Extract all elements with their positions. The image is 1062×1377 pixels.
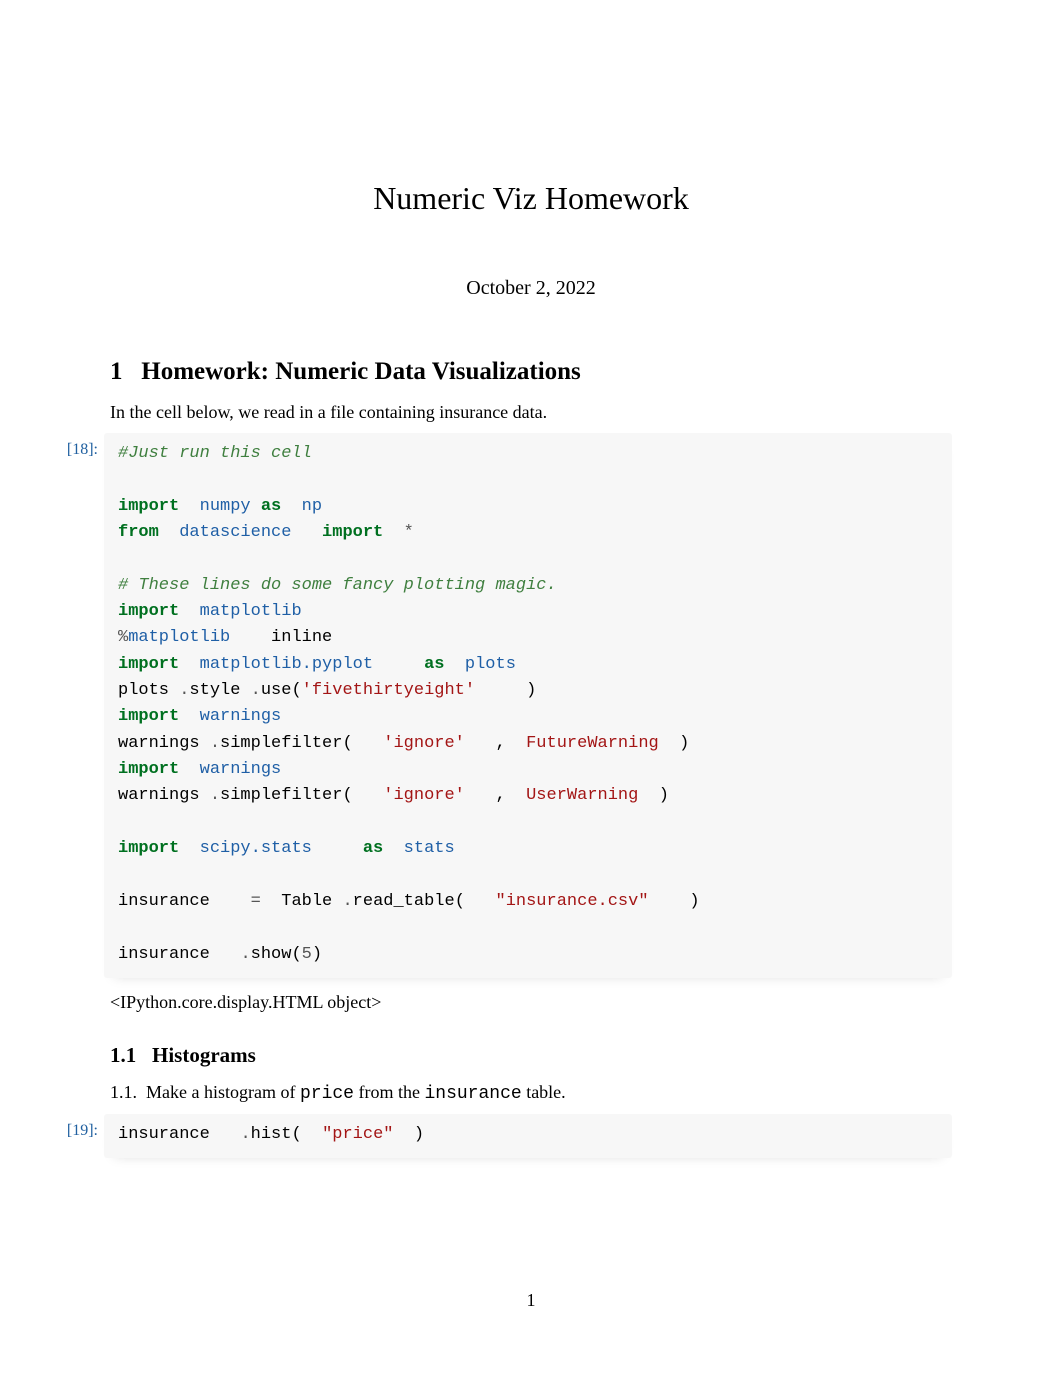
code-paren: )	[526, 681, 536, 700]
code-number: 5	[302, 945, 312, 964]
code-identifier: plots	[118, 681, 169, 700]
code-keyword: from	[118, 523, 159, 542]
code-keyword: as	[363, 839, 383, 858]
document-date: October 2, 2022	[110, 277, 952, 300]
task-text-b: from the	[358, 1082, 419, 1102]
page: Numeric Viz Homework October 2, 2022 1 H…	[0, 0, 1062, 1158]
code-cell: [19]: insurance .hist( "price" )	[110, 1114, 952, 1158]
task-text: 1.1. Make a histogram of price from the …	[110, 1082, 952, 1104]
cell-prompt: [19]:	[42, 1114, 104, 1140]
code-module: matplotlib	[200, 602, 302, 621]
code-identifier: warnings	[118, 734, 200, 753]
code-identifier: hist(	[251, 1125, 302, 1144]
code-operator: *	[404, 523, 414, 542]
code-operator: .	[342, 892, 352, 911]
cell-prompt: [18]:	[42, 433, 104, 459]
section-number: 1	[110, 358, 123, 385]
code-keyword: import	[118, 760, 179, 779]
page-number: 1	[0, 1290, 1062, 1311]
code-identifier: insurance	[118, 1125, 210, 1144]
subsection-heading: 1.1 Histograms	[110, 1043, 952, 1068]
code-keyword: import	[118, 655, 179, 674]
code-keyword: as	[424, 655, 444, 674]
section-heading: 1 Homework: Numeric Data Visualizations	[110, 358, 952, 386]
code-string: 'ignore'	[383, 734, 465, 753]
code-block: #Just run this cell import numpy as np f…	[104, 433, 952, 978]
code-identifier: insurance	[118, 892, 210, 911]
task-text-c: table.	[526, 1082, 565, 1102]
page-title: Numeric Viz Homework	[110, 180, 952, 217]
code-identifier: simplefilter(	[220, 786, 353, 805]
task-prefix: 1.1.	[110, 1082, 137, 1102]
code-operator: .	[210, 734, 220, 753]
code-operator: .	[251, 681, 261, 700]
code-identifier: stats	[404, 839, 455, 858]
code-identifier: Table	[281, 892, 332, 911]
code-identifier: warnings	[118, 786, 200, 805]
code-comma: ,	[496, 786, 506, 805]
code-identifier: simplefilter(	[220, 734, 353, 753]
code-identifier: show(	[251, 945, 302, 964]
code-comment: #Just run this cell	[118, 444, 312, 463]
code-string: 'fivethirtyeight'	[302, 681, 475, 700]
code-keyword: as	[261, 497, 281, 516]
code-keyword: import	[118, 707, 179, 726]
code-module: numpy	[200, 497, 251, 516]
code-class: FutureWarning	[526, 734, 659, 753]
code-identifier: plots	[465, 655, 516, 674]
code-paren: )	[679, 734, 689, 753]
code-operator: =	[251, 892, 261, 911]
code-paren: )	[414, 1125, 424, 1144]
code-cell: [18]: #Just run this cell import numpy a…	[110, 433, 952, 978]
code-comma: ,	[496, 734, 506, 753]
code-keyword: import	[118, 602, 179, 621]
code-keyword: import	[118, 497, 179, 516]
subsection-number: 1.1	[110, 1043, 136, 1067]
code-module: matplotlib.pyplot	[200, 655, 373, 674]
code-string: "insurance.csv"	[496, 892, 649, 911]
task-code-term: insurance	[424, 1084, 521, 1104]
code-paren: )	[689, 892, 699, 911]
code-class: UserWarning	[526, 786, 638, 805]
code-paren: )	[312, 945, 322, 964]
intro-text: In the cell below, we read in a file con…	[110, 402, 952, 423]
cell-output: <IPython.core.display.HTML object>	[110, 992, 952, 1013]
task-text-a: Make a histogram of	[146, 1082, 295, 1102]
subsection-title: Histograms	[152, 1043, 256, 1067]
code-keyword: import	[118, 839, 179, 858]
code-comment: # These lines do some fancy plotting mag…	[118, 576, 557, 595]
code-identifier: use(	[261, 681, 302, 700]
code-string: "price"	[322, 1125, 393, 1144]
code-keyword: import	[322, 523, 383, 542]
code-paren: )	[659, 786, 669, 805]
code-identifier: insurance	[118, 945, 210, 964]
code-operator: .	[240, 1125, 250, 1144]
code-module: scipy.stats	[200, 839, 312, 858]
code-module: warnings	[200, 707, 282, 726]
code-block: insurance .hist( "price" )	[104, 1114, 952, 1158]
section-title: Homework: Numeric Data Visualizations	[141, 358, 581, 385]
code-magic: matplotlib	[128, 628, 230, 647]
task-code-term: price	[300, 1084, 354, 1104]
code-identifier: read_table(	[353, 892, 465, 911]
code-module: warnings	[200, 760, 282, 779]
code-module: datascience	[179, 523, 291, 542]
code-identifier: style	[189, 681, 240, 700]
code-identifier: np	[302, 497, 322, 516]
code-operator: .	[179, 681, 189, 700]
code-string: 'ignore'	[383, 786, 465, 805]
code-magic-percent: %	[118, 628, 128, 647]
code-operator: .	[240, 945, 250, 964]
code-operator: .	[210, 786, 220, 805]
code-magic-arg: inline	[271, 628, 332, 647]
